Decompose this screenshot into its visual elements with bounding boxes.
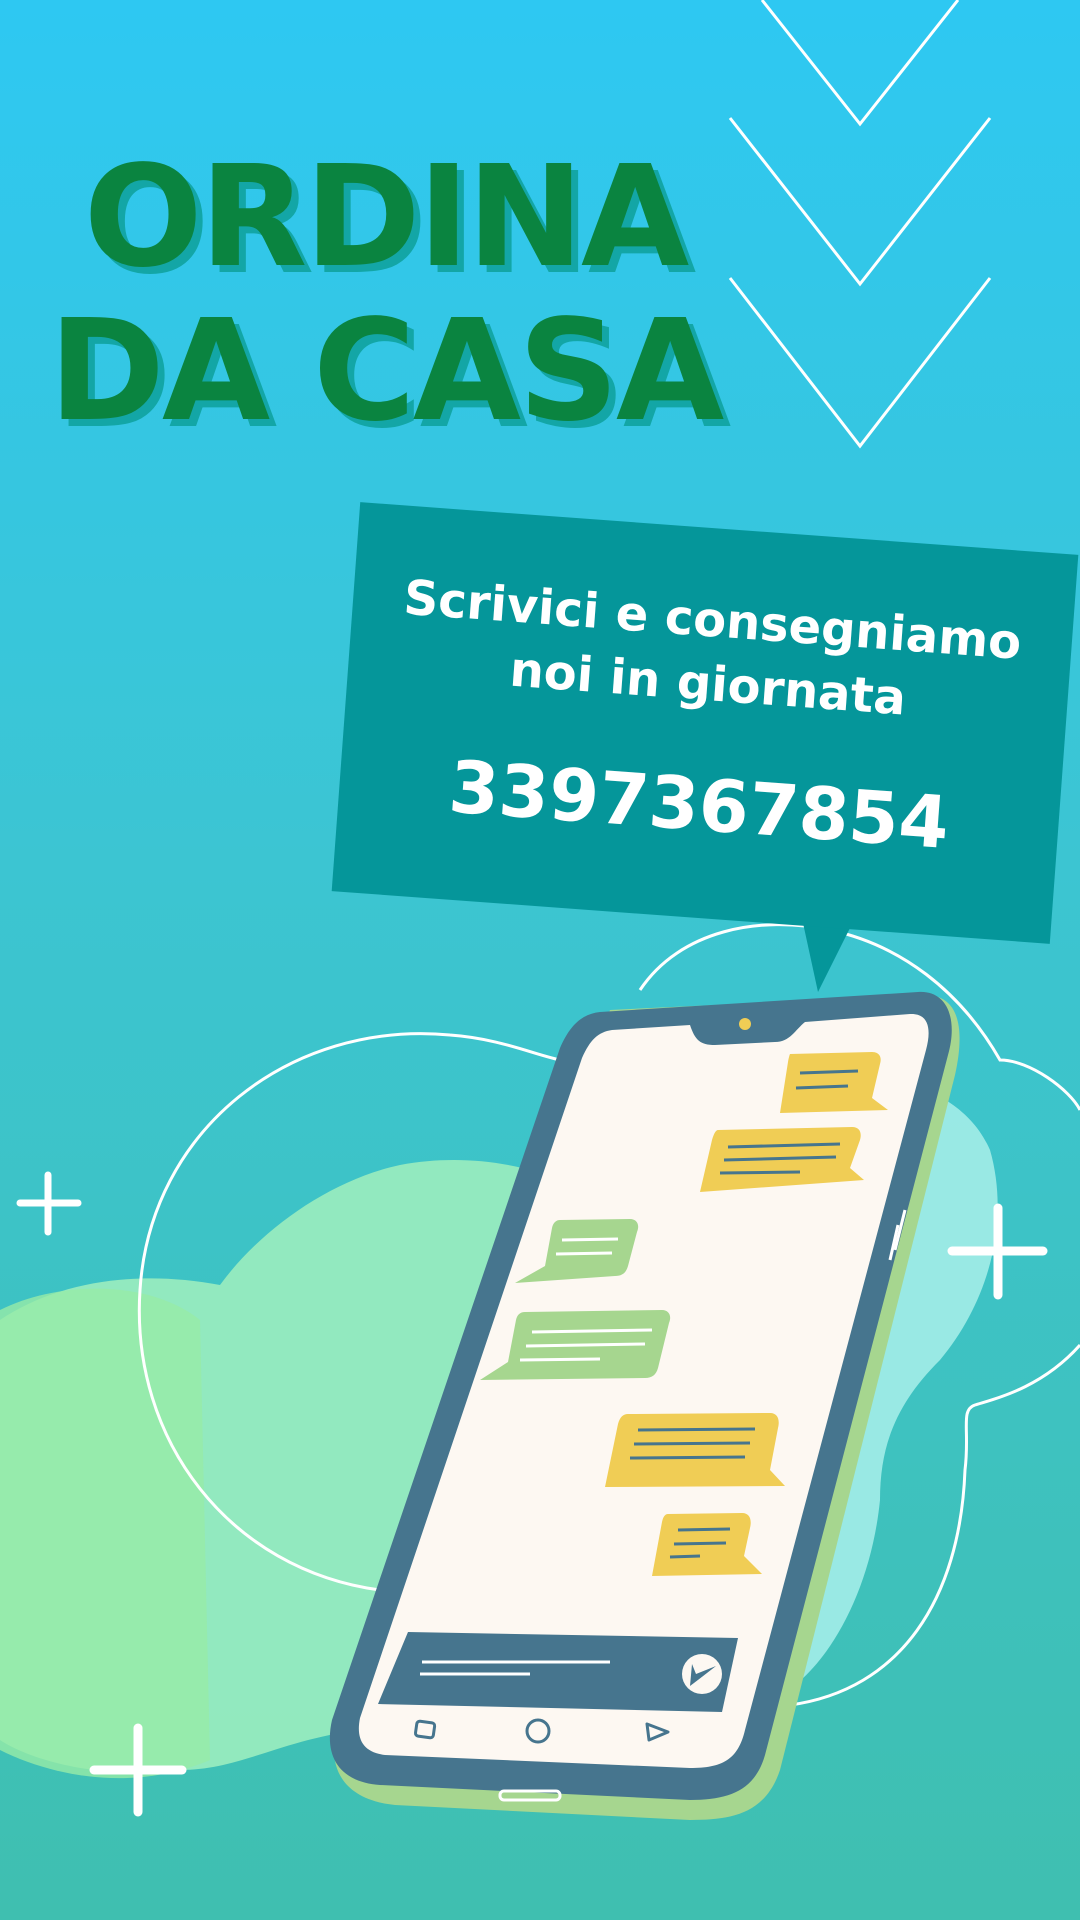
poster: ORDINA DA CASA Scrivici e consegniamo no… <box>0 0 1080 1920</box>
camera-dot <box>739 1018 751 1030</box>
send-icon <box>682 1654 722 1694</box>
smartphone-illustration <box>329 991 960 1820</box>
chat-bubble-received <box>780 1052 888 1113</box>
chat-bubble-received <box>652 1513 762 1576</box>
chat-bubble-received <box>605 1413 785 1487</box>
